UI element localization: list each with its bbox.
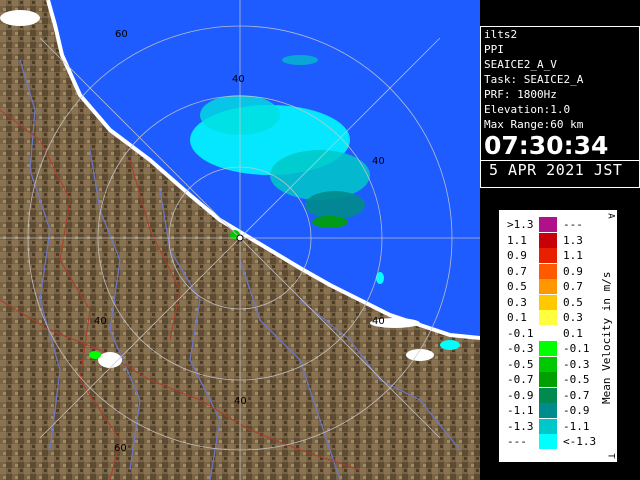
legend-low-value: >1.3 — [507, 218, 534, 231]
max-range-value: Max Range:60 km — [484, 118, 584, 131]
task-name: Task: SEAICE2_A — [484, 73, 584, 86]
legend-color-swatch — [539, 372, 557, 387]
legend-color-swatch — [539, 217, 557, 232]
legend-low-value: 0.1 — [507, 311, 527, 324]
legend-low-value: -1.3 — [507, 419, 534, 433]
legend-high-value: 0.7 — [563, 280, 583, 293]
site-name: ilts2 — [484, 28, 518, 41]
legend-high-value: 0.5 — [563, 295, 583, 309]
range-label-40-left: 40 — [94, 316, 107, 327]
legend-high-value: 1.3 — [563, 233, 583, 247]
radar-site-marker[interactable] — [236, 234, 244, 242]
legend-color-swatch — [539, 434, 557, 449]
legend-color-swatch — [539, 232, 557, 248]
legend-high-value: -1.1 — [563, 419, 590, 433]
legend-color-swatch — [539, 418, 557, 434]
legend-high-value: -0.3 — [563, 357, 590, 371]
legend-color-swatch — [539, 356, 557, 372]
legend-low-value: 0.5 — [507, 280, 527, 293]
legend-high-value: 0.9 — [563, 264, 583, 278]
legend-high-value: 1.1 — [563, 249, 583, 262]
legend-color-swatch — [539, 341, 557, 356]
scan-date: 5 APR 2021 JST — [481, 160, 639, 179]
prf-value: PRF: 1800Hz — [484, 88, 557, 101]
scan-info-panel: ilts2 PPI SEAICE2_A_V Task: SEAICE2_A PR… — [480, 26, 640, 188]
legend-high-value: -0.5 — [563, 373, 590, 386]
radar-ppi-map[interactable]: 60 40 40 40 40 40 60 — [0, 0, 480, 480]
range-label-40-right: 40 — [372, 156, 385, 167]
product-name: SEAICE2_A_V — [484, 58, 557, 71]
legend-high-value: -0.1 — [563, 342, 590, 355]
scan-mode: PPI — [484, 43, 504, 56]
legend-color-swatch — [539, 403, 557, 418]
legend-color-swatch — [539, 248, 557, 263]
legend-bottom-mark: T — [605, 453, 616, 459]
elevation-value: Elevation:1.0 — [484, 103, 571, 116]
legend-high-value: -0.9 — [563, 404, 590, 417]
legend-low-value: -1.1 — [507, 404, 534, 417]
legend-low-value: 1.1 — [507, 233, 527, 247]
range-label-60-bottom: 60 — [114, 443, 127, 454]
legend-color-swatch — [539, 310, 557, 325]
legend-color-swatch — [539, 325, 557, 341]
legend-low-value: --- — [507, 435, 527, 448]
legend-low-value: -0.7 — [507, 373, 534, 386]
legend-high-value: -0.7 — [563, 388, 590, 402]
legend-color-swatch — [539, 263, 557, 279]
range-label-40-top: 40 — [232, 74, 245, 85]
range-label-40-bottom: 40 — [234, 396, 247, 407]
legend-low-value: -0.5 — [507, 357, 534, 371]
legend-high-value: 0.1 — [563, 326, 583, 340]
legend-low-value: 0.3 — [507, 295, 527, 309]
legend-high-value: <-1.3 — [563, 435, 597, 448]
range-label-60-top: 60 — [115, 29, 128, 40]
velocity-legend: A >1.3 --- 1.1 1.3 0.9 1.1 0.7 0.9 0.5 0.7 0.3 0.5 0… — [499, 210, 617, 462]
scan-time: 07:30:34 — [484, 131, 609, 160]
legend-low-value: -0.9 — [507, 388, 534, 402]
legend-high-value: 0.3 — [563, 311, 583, 324]
legend-color-swatch — [539, 387, 557, 403]
legend-color-swatch — [539, 294, 557, 310]
legend-unit-label: Mean Velocity in m/s — [600, 271, 613, 404]
legend-low-value: 0.9 — [507, 249, 527, 262]
legend-low-value: -0.3 — [507, 342, 534, 355]
legend-low-value: -0.1 — [507, 326, 534, 340]
legend-color-swatch — [539, 279, 557, 294]
legend-low-value: 0.7 — [507, 264, 527, 278]
legend-high-value: --- — [563, 218, 583, 231]
range-label-40-lower-right: 40 — [372, 316, 385, 327]
